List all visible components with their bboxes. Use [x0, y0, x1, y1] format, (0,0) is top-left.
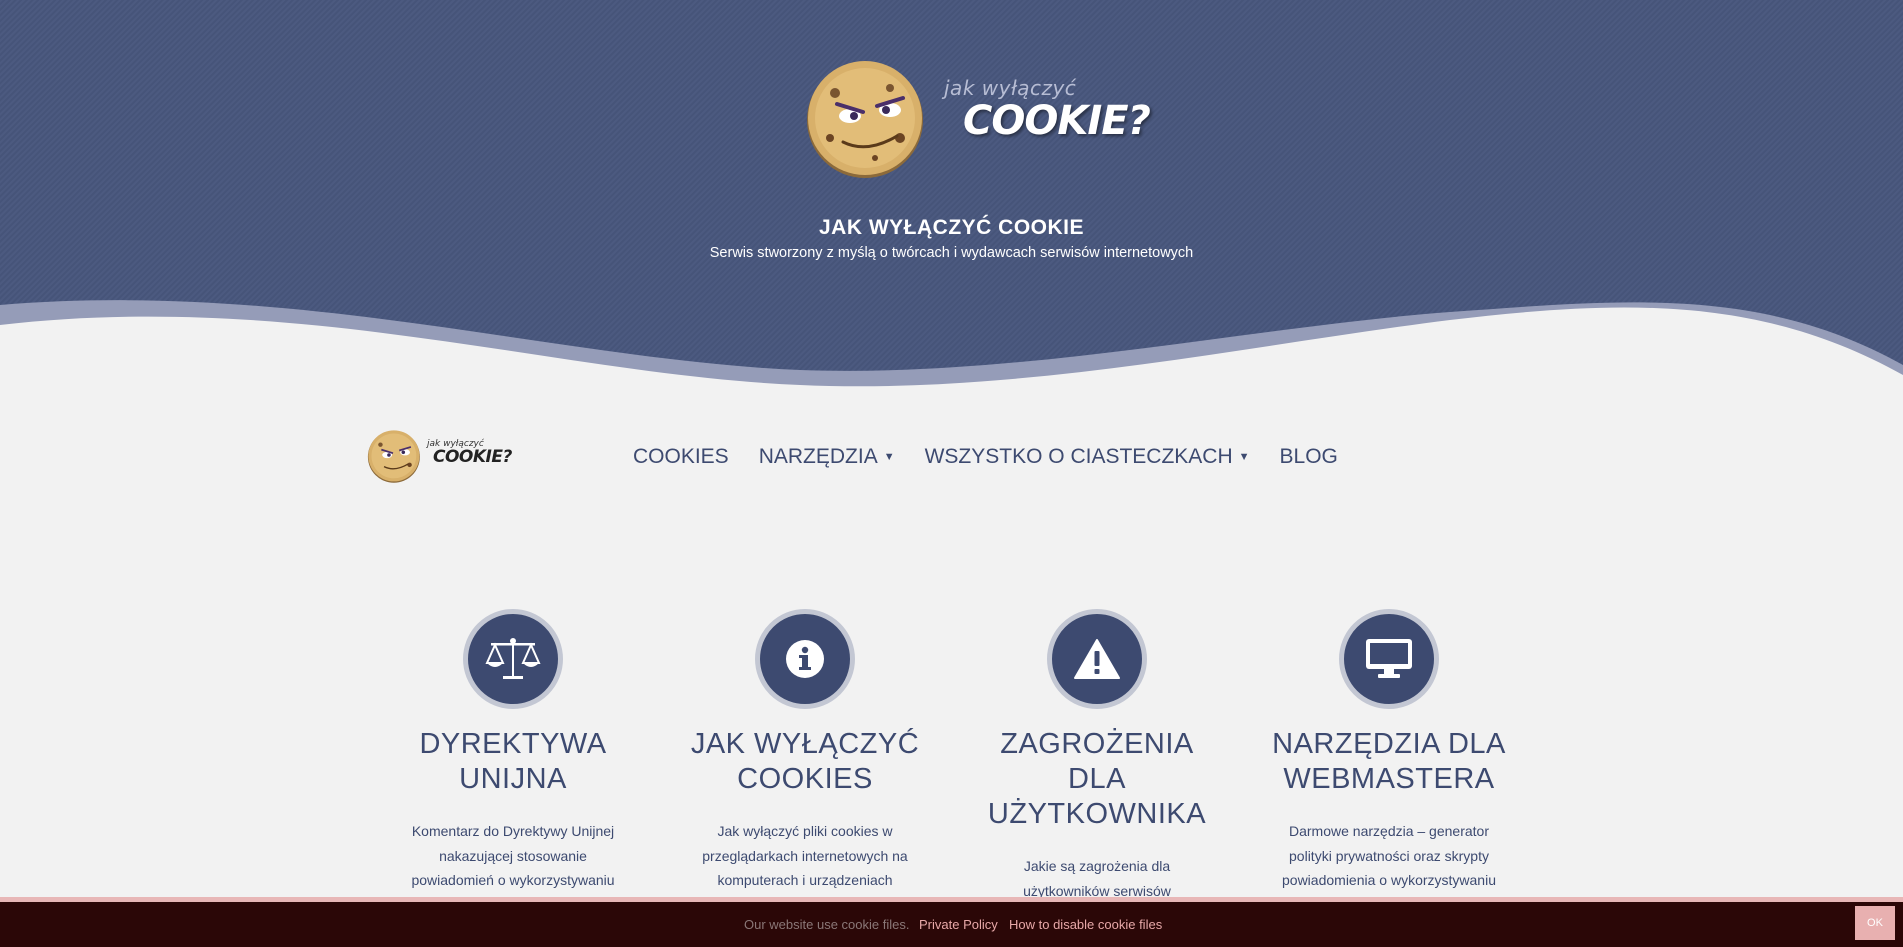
info-icon: [786, 640, 824, 678]
feature-title: NARZĘDZIA DLA WEBMASTERA: [1272, 728, 1506, 795]
hero-header: jak wyłączyć COOKIE? JAK WYŁĄCZYĆ COOKIE…: [0, 0, 1903, 400]
feature-narzedzia[interactable]: NARZĘDZIA DLA WEBMASTERA Darmowe narzędz…: [1264, 609, 1514, 893]
nav-item-label: COOKIES: [633, 445, 729, 468]
nav-logo-title: COOKIE?: [433, 447, 512, 467]
caret-down-icon: ▼: [883, 451, 895, 463]
feature-zagrozenia[interactable]: ZAGROŻENIA DLA UŻYTKOWNIKA Jakie są zagr…: [972, 609, 1222, 928]
feature-title: JAK WYŁĄCZYĆ COOKIES: [690, 728, 920, 795]
privacy-policy-link[interactable]: Private Policy: [919, 917, 998, 932]
cookie-consent-bar: Our website use cookie files. Private Po…: [0, 897, 1903, 947]
nav-item-label: BLOG: [1279, 445, 1338, 468]
feature-dyrektywa[interactable]: DYREKTYWA UNIJNA Komentarz do Dyrektywy …: [388, 609, 638, 917]
monitor-icon: [1366, 639, 1412, 678]
page-title: JAK WYŁĄCZYĆ COOKIE: [818, 216, 1084, 239]
feature-description: Jak wyłączyć pliki cookies w przeglądark…: [702, 823, 908, 888]
nav-logo[interactable]: jak wyłączyć COOKIE?: [367, 429, 512, 487]
cookie-mascot-icon: [807, 61, 923, 178]
feature-icon-circle: [755, 609, 855, 709]
main-nav: COOKIES NARZĘDZIA ▼ WSZYSTKO O CIASTECZKA…: [633, 445, 1368, 469]
hero-logo[interactable]: jak wyłączyć COOKIE?: [805, 58, 1151, 178]
nav-item-wszystko-o-ciasteczkach[interactable]: WSZYSTKO O CIASTECZKACH ▼: [925, 445, 1250, 469]
warning-icon: [1074, 639, 1120, 679]
feature-description: Darmowe narzędzia – generator polityki p…: [1282, 823, 1496, 888]
nav-item-blog[interactable]: BLOG: [1280, 445, 1338, 469]
logo-subtitle: jak wyłączyć: [944, 76, 1077, 100]
nav-item-label: NARZĘDZIA: [758, 445, 878, 468]
nav-item-label: WSZYSTKO O CIASTECZKACH: [924, 445, 1233, 468]
nav-item-narzedzia[interactable]: NARZĘDZIA ▼: [759, 445, 895, 469]
feature-icon-circle: [1339, 609, 1439, 709]
feature-title: ZAGROŻENIA DLA UŻYTKOWNIKA: [987, 728, 1207, 830]
cookie-bar-text: Our website use cookie files.: [744, 917, 910, 932]
nav-item-cookies[interactable]: COOKIES: [633, 445, 729, 469]
cookie-mascot-small-icon: [367, 430, 420, 483]
feature-icon-circle: [1047, 609, 1147, 709]
caret-down-icon: ▼: [1238, 451, 1250, 463]
cookie-ok-button[interactable]: OK: [1855, 906, 1895, 940]
disable-cookies-link[interactable]: How to disable cookie files: [1009, 917, 1162, 932]
feature-title: DYREKTYWA UNIJNA: [419, 728, 607, 795]
logo-title: COOKIE?: [963, 98, 1151, 144]
page-subtitle: Serwis stworzony z myślą o twórcach i wy…: [709, 245, 1194, 261]
feature-jak-wylaczyc[interactable]: JAK WYŁĄCZYĆ COOKIES Jak wyłączyć pliki …: [680, 609, 930, 893]
feature-icon-circle: [463, 609, 563, 709]
scale-icon: [485, 638, 541, 679]
